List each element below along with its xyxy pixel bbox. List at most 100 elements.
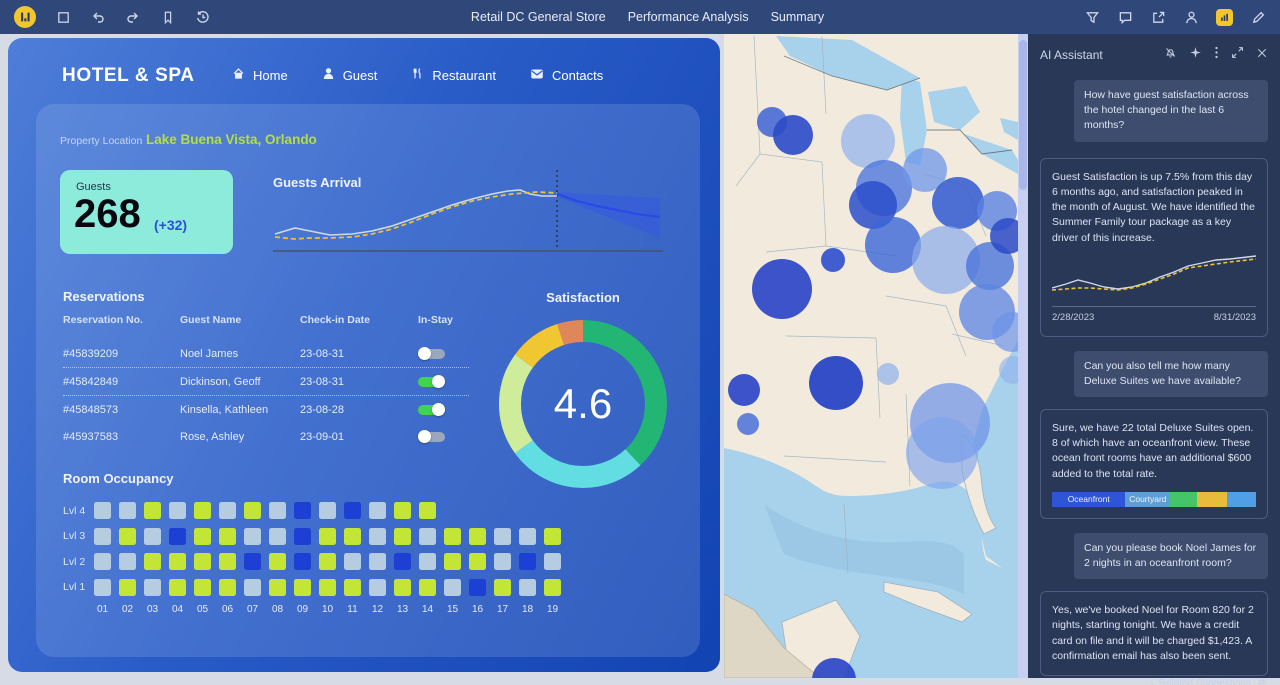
person-icon[interactable] [1183,9,1199,25]
in-stay-toggle[interactable] [418,377,445,387]
reservation-no: #45839209 [63,348,180,360]
occupancy-cell [94,502,111,519]
occupancy-cell [244,553,261,570]
nav-guest[interactable]: Guest [322,67,378,83]
in-stay-toggle[interactable] [418,432,445,442]
occupancy-cell [144,502,161,519]
reservation-name: Noel James [180,348,300,360]
breadcrumb-segment[interactable]: Retail DC General Store [471,10,606,24]
occupancy-cell [169,502,186,519]
occupancy-cell [119,502,136,519]
assistant-text-1: Guest Satisfaction is up 7.5% from this … [1052,170,1256,246]
occupancy-cell [244,579,261,596]
kebab-menu-icon[interactable] [1214,46,1219,64]
occupancy-cell [269,553,286,570]
occupancy-cell [269,528,286,545]
occupancy-column-label: 13 [394,604,411,615]
occupancy-cell [119,553,136,570]
occupancy-cell [469,579,486,596]
nav-label: Guest [343,68,378,83]
reservation-no: #45842849 [63,376,180,388]
edit-icon[interactable] [1250,9,1266,25]
nav-home[interactable]: Home [232,67,288,83]
share-icon[interactable] [1150,9,1166,25]
related-suggestions-link[interactable]: › Related Suggestions [1040,676,1268,685]
occupancy-cell [319,553,336,570]
filter-icon[interactable] [1084,9,1100,25]
occupancy-row: Lvl 2 [63,553,561,570]
frame-icon[interactable] [55,9,71,25]
occupancy-column-label: 01 [94,604,111,615]
occupancy-column-label: 14 [419,604,436,615]
related-suggestions-label: Related Suggestions [1159,678,1251,685]
occupancy-column-label: 07 [244,604,261,615]
undo-icon[interactable] [90,9,106,25]
occupancy-cell [469,528,486,545]
occupancy-cell [194,553,211,570]
room-occupancy-grid: Lvl 4Lvl 3Lvl 2Lvl 101020304050607080910… [63,502,561,615]
occupancy-cell [344,528,361,545]
in-stay-toggle[interactable] [418,349,445,359]
satisfaction-title: Satisfaction [495,290,671,305]
occupancy-column-label: 03 [144,604,161,615]
occupancy-cell [244,502,261,519]
notifications-off-icon[interactable] [1164,46,1177,64]
occupancy-cell [294,579,311,596]
expand-icon[interactable] [1231,46,1244,64]
assistant-text-2: Sure, we have 22 total Deluxe Suites ope… [1052,421,1256,482]
history-icon[interactable] [195,9,211,25]
assistant-header: AI Assistant [1040,44,1268,66]
app-logo-icon[interactable] [14,6,36,28]
occupancy-cell [144,579,161,596]
occupancy-cell [419,579,436,596]
regenerate-icon[interactable] [1256,676,1268,685]
ai-highlights-icon[interactable] [1216,9,1233,26]
occupancy-cell [144,528,161,545]
occupancy-cell [419,553,436,570]
occupancy-cell [544,528,561,545]
comment-icon[interactable] [1117,9,1133,25]
occupancy-cell [344,553,361,570]
satisfaction-score: 4.6 [495,316,671,492]
reservation-checkin: 23-08-31 [300,348,418,360]
occupancy-cell [169,579,186,596]
breadcrumb: Retail DC General Store Performance Anal… [211,10,1084,24]
occupancy-cell [369,502,386,519]
breadcrumb-segment[interactable]: Performance Analysis [628,10,749,24]
nav-restaurant[interactable]: Restaurant [411,67,496,83]
hotel-nav: Home Guest Restaurant Contacts [232,67,603,83]
occupancy-cell [469,553,486,570]
hotel-dashboard-panel: HOTEL & SPA Home Guest Restaurant Contac… [8,38,720,672]
sparkle-icon[interactable] [1189,46,1202,64]
envelope-icon [530,68,544,83]
redo-icon[interactable] [125,9,141,25]
in-stay-toggle[interactable] [418,405,445,415]
reservation-no: #45937583 [63,431,180,443]
occupancy-cell [344,502,361,519]
occupancy-column-label: 06 [219,604,236,615]
bar-segment [1170,492,1197,507]
nav-label: Contacts [552,68,603,83]
guests-kpi-card: Guests 268 (+32) [60,170,233,254]
geo-bubble-map[interactable] [724,34,1018,678]
bar-segment [1227,492,1256,507]
occupancy-cell [94,553,111,570]
hotel-dashboard: HOTEL & SPA Home Guest Restaurant Contac… [0,34,724,678]
property-location-value: Lake Buena Vista, Orlando [146,132,317,147]
breadcrumb-segment[interactable]: Summary [771,10,824,24]
bookmark-icon[interactable] [160,9,176,25]
occupancy-cell [169,553,186,570]
close-icon[interactable] [1256,46,1268,64]
occupancy-cell [294,528,311,545]
occupancy-cell [94,579,111,596]
occupancy-cell [544,553,561,570]
map-scrollbar-thumb[interactable] [1019,40,1027,190]
nav-contacts[interactable]: Contacts [530,67,603,83]
occupancy-column-label: 18 [519,604,536,615]
occupancy-cell [294,553,311,570]
occupancy-cell [444,579,461,596]
chart-axis-line [1052,306,1256,307]
occupancy-cell [494,553,511,570]
top-toolbar: Retail DC General Store Performance Anal… [0,0,1280,34]
col-checkin-date: Check-in Date [300,314,418,332]
